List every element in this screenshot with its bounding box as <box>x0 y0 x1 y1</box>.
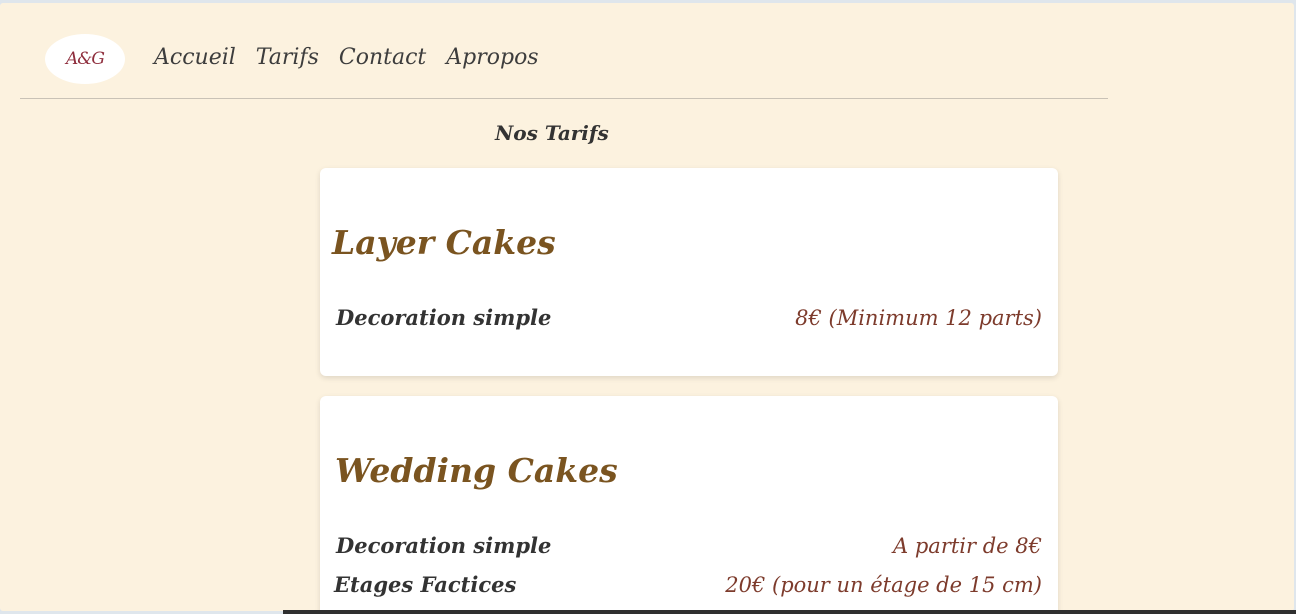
item-price: 20€ (pour un étage de 15 cm) <box>725 573 1042 597</box>
item-price: 8€ (Minimum 12 parts) <box>795 306 1042 330</box>
price-row: Etages Factices 20€ (pour un étage de 15… <box>334 572 1042 597</box>
nav-link-contact[interactable]: Contact <box>339 45 426 70</box>
price-row: Decoration simple 8€ (Minimum 12 parts) <box>336 305 1042 330</box>
main-menu: Accueil Tarifs Contact Apropos <box>154 45 539 70</box>
nav-link-tarifs[interactable]: Tarifs <box>256 45 319 70</box>
nav-link-apropos[interactable]: Apropos <box>446 45 538 70</box>
item-name: Decoration simple <box>336 533 552 558</box>
item-name: Decoration simple <box>336 305 552 330</box>
price-row: Decoration simple A partir de 8€ <box>336 533 1042 558</box>
page-viewport: A&G Accueil Tarifs Contact Apropos Nos T… <box>0 3 1294 611</box>
page-title: Nos Tarifs <box>495 121 609 145</box>
card-title: Wedding Cakes <box>335 451 618 490</box>
horizontal-scrollbar[interactable] <box>283 610 1296 614</box>
pricing-card-wedding-cakes: Wedding Cakes Decoration simple A partir… <box>320 396 1058 611</box>
card-title: Layer Cakes <box>332 223 556 262</box>
nav-link-accueil[interactable]: Accueil <box>154 45 236 70</box>
navbar: A&G Accueil Tarifs Contact Apropos <box>20 31 1108 99</box>
pricing-card-layer-cakes: Layer Cakes Decoration simple 8€ (Minimu… <box>320 168 1058 376</box>
item-name: Etages Factices <box>334 572 517 597</box>
item-price: A partir de 8€ <box>893 534 1042 558</box>
logo-link[interactable]: A&G <box>45 34 125 84</box>
logo-mark: A&G <box>66 49 105 69</box>
